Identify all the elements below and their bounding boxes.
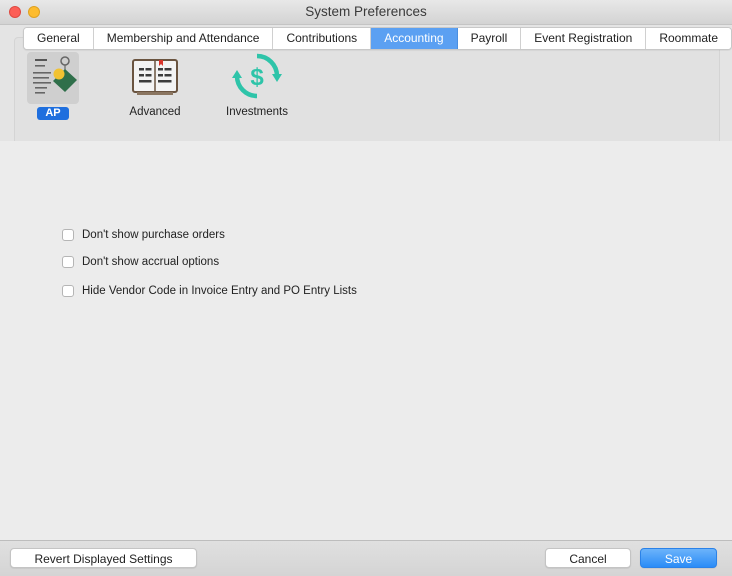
option-label: Don't show accrual options <box>82 256 220 268</box>
toolbar-item-label-ap: AP <box>37 107 69 120</box>
preferences-tab-bar: General Membership and Attendance Contri… <box>23 27 732 50</box>
accounting-ap-settings-pane: Don't show purchase orders Don't show ac… <box>0 141 732 540</box>
svg-text:$: $ <box>250 64 264 91</box>
checkbox[interactable] <box>62 285 74 297</box>
tab-general[interactable]: General <box>24 28 94 49</box>
save-button[interactable]: Save <box>640 548 717 568</box>
title-bar[interactable]: System Preferences <box>0 0 732 25</box>
toolbar-panel <box>14 37 720 145</box>
toolbar-item-ap[interactable]: AP <box>27 52 79 120</box>
toolbar-item-advanced[interactable]: Advanced <box>125 52 185 118</box>
checkbox[interactable] <box>62 256 74 268</box>
checkbox[interactable] <box>62 229 74 241</box>
tab-event-registration[interactable]: Event Registration <box>521 28 647 49</box>
tab-contributions[interactable]: Contributions <box>273 28 372 49</box>
tab-payroll[interactable]: Payroll <box>457 28 522 49</box>
toolbar-item-label-advanced: Advanced <box>129 106 181 118</box>
option-label: Don't show purchase orders <box>82 229 225 241</box>
toolbar-item-label-investments: Investments <box>226 106 288 118</box>
window-title: System Preferences <box>305 4 427 19</box>
cancel-button[interactable]: Cancel <box>545 548 631 568</box>
footer-bar: Revert Displayed Settings Cancel Save <box>0 540 732 576</box>
system-preferences-window: System Preferences General Membership an… <box>0 0 732 576</box>
option-hide-vendor-code[interactable]: Hide Vendor Code in Invoice Entry and PO… <box>62 285 357 297</box>
revert-displayed-settings-button[interactable]: Revert Displayed Settings <box>10 548 197 568</box>
tab-roommate[interactable]: Roommate <box>646 28 731 49</box>
tab-accounting[interactable]: Accounting <box>371 28 458 49</box>
ledger-book-icon <box>129 52 181 104</box>
dollar-refresh-icon: $ <box>231 52 283 104</box>
tab-membership-and-attendance[interactable]: Membership and Attendance <box>93 28 274 49</box>
option-dont-show-purchase-orders[interactable]: Don't show purchase orders <box>62 229 225 241</box>
option-dont-show-accrual-options[interactable]: Don't show accrual options <box>62 256 219 268</box>
ap-document-icon <box>27 52 79 104</box>
toolbar-item-investments[interactable]: $ Investments <box>222 52 292 118</box>
option-label: Hide Vendor Code in Invoice Entry and PO… <box>82 285 357 297</box>
